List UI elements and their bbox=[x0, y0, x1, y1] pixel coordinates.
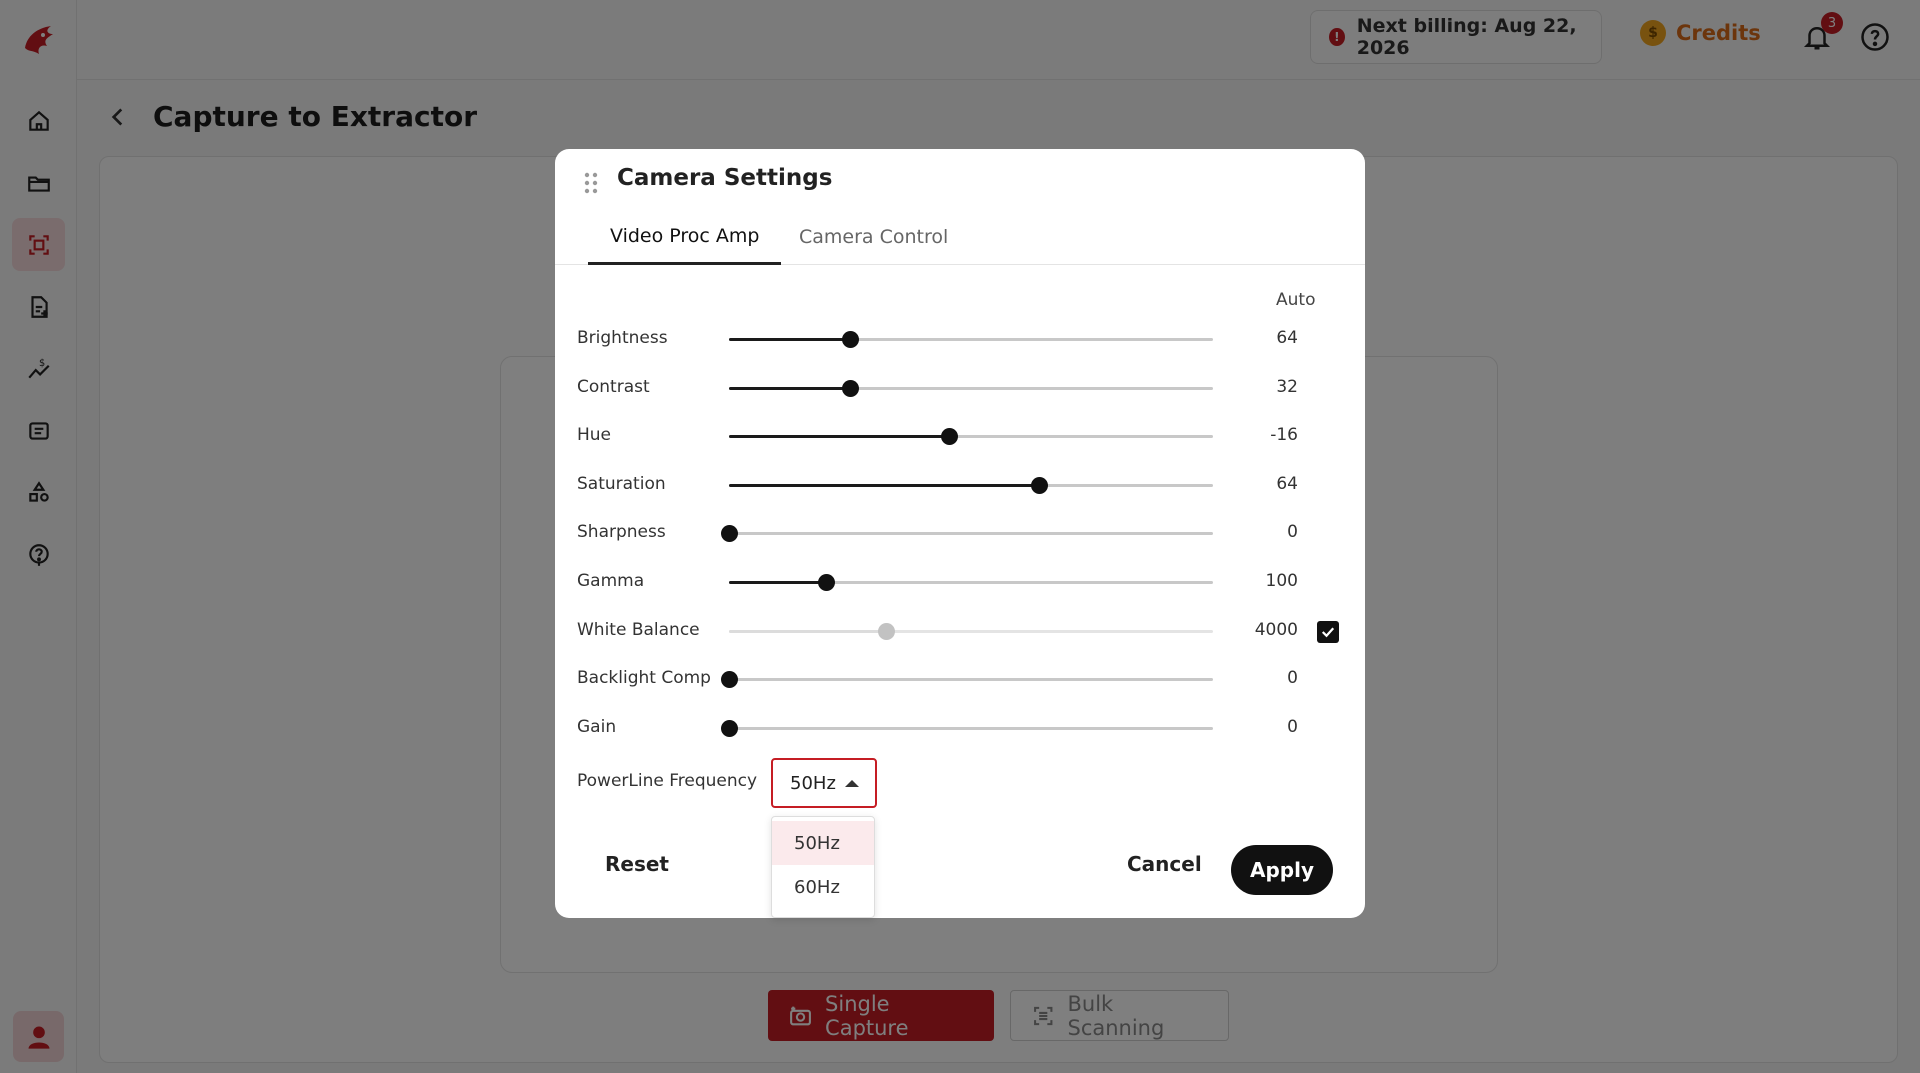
slider-label: Hue bbox=[577, 425, 612, 446]
slider-row: Sharpness 0 bbox=[555, 513, 1365, 553]
auto-column-header: Auto bbox=[1276, 290, 1316, 310]
slider-track[interactable] bbox=[729, 379, 1213, 397]
slider-value: -16 bbox=[1270, 425, 1298, 446]
powerline-frequency-dropdown: 50Hz 60Hz bbox=[771, 816, 875, 918]
slider-track[interactable] bbox=[721, 719, 1213, 737]
slider-label: Brightness bbox=[577, 328, 668, 348]
slider-label: Gamma bbox=[577, 571, 645, 591]
slider-row: Gamma 100 bbox=[555, 562, 1365, 602]
powerline-frequency-select[interactable]: 50Hz bbox=[771, 758, 877, 808]
slider-track[interactable] bbox=[729, 428, 1213, 446]
reset-button[interactable]: Reset bbox=[605, 852, 669, 876]
slider-row: Saturation 64 bbox=[555, 465, 1365, 505]
slider-value: 0 bbox=[1287, 716, 1298, 737]
slider-value: 100 bbox=[1265, 571, 1298, 591]
slider-value: 4000 bbox=[1254, 619, 1298, 640]
slider-row: Backlight Comp 0 bbox=[555, 659, 1365, 699]
tab-camera-control[interactable]: Camera Control bbox=[799, 209, 948, 265]
slider-row: Gain 0 bbox=[555, 708, 1365, 748]
slider-fill bbox=[729, 338, 850, 341]
apply-button[interactable]: Apply bbox=[1231, 845, 1333, 895]
slider-fill bbox=[729, 629, 887, 633]
slider-value: 64 bbox=[1276, 328, 1298, 348]
slider-thumb[interactable] bbox=[1030, 476, 1048, 494]
slider-track[interactable] bbox=[721, 525, 1213, 543]
slider-fill bbox=[729, 435, 950, 439]
slider-label: Gain bbox=[577, 716, 617, 737]
slider-thumb[interactable] bbox=[721, 671, 738, 689]
dialog-title: Camera Settings bbox=[617, 165, 833, 191]
cancel-button[interactable]: Cancel bbox=[1127, 852, 1202, 876]
slider-value: 64 bbox=[1276, 473, 1298, 494]
slider-thumb[interactable] bbox=[941, 428, 959, 446]
checkmark-icon bbox=[1321, 627, 1335, 637]
tab-bar: Video Proc Amp Camera Control bbox=[555, 209, 1365, 265]
slider-label: Backlight Comp bbox=[577, 668, 711, 689]
slider-fill bbox=[729, 581, 826, 584]
dropdown-option[interactable]: 50Hz bbox=[772, 821, 874, 865]
slider-value: 0 bbox=[1287, 522, 1298, 543]
slider-track[interactable] bbox=[729, 622, 1213, 640]
slider-label: Contrast bbox=[577, 376, 650, 397]
slider-label: Sharpness bbox=[577, 522, 666, 543]
slider-row: Brightness 64 bbox=[555, 319, 1365, 359]
slider-label: White Balance bbox=[577, 619, 700, 640]
slider-row: Hue -16 bbox=[555, 416, 1365, 456]
auto-checkbox[interactable] bbox=[1317, 620, 1339, 643]
slider-fill bbox=[729, 483, 1039, 487]
slider-track[interactable] bbox=[721, 671, 1213, 689]
slider-value: 0 bbox=[1287, 668, 1298, 689]
slider-value: 32 bbox=[1276, 376, 1298, 397]
powerline-frequency-label: PowerLine Frequency bbox=[577, 771, 758, 791]
slider-thumb[interactable] bbox=[721, 719, 738, 737]
slider-thumb[interactable] bbox=[878, 622, 896, 640]
slider-thumb[interactable] bbox=[842, 379, 859, 397]
slider-thumb[interactable] bbox=[817, 574, 835, 591]
caret-up-icon bbox=[845, 780, 859, 787]
slider-track[interactable] bbox=[729, 476, 1213, 494]
powerline-selected-value: 50Hz bbox=[790, 772, 836, 794]
tab-video-proc-amp[interactable]: Video Proc Amp bbox=[588, 209, 782, 265]
slider-thumb[interactable] bbox=[721, 525, 738, 543]
slider-fill bbox=[729, 386, 850, 390]
camera-settings-dialog: Camera Settings Video Proc Amp Camera Co… bbox=[555, 149, 1365, 918]
slider-track[interactable] bbox=[729, 574, 1213, 591]
slider-track[interactable] bbox=[729, 331, 1213, 348]
dropdown-option[interactable]: 60Hz bbox=[772, 865, 874, 909]
slider-label: Saturation bbox=[577, 473, 666, 494]
slider-row: White Balance 4000 bbox=[555, 611, 1365, 651]
slider-thumb[interactable] bbox=[842, 331, 859, 348]
slider-row: Contrast 32 bbox=[555, 368, 1365, 408]
drag-handle-icon[interactable] bbox=[583, 171, 599, 195]
